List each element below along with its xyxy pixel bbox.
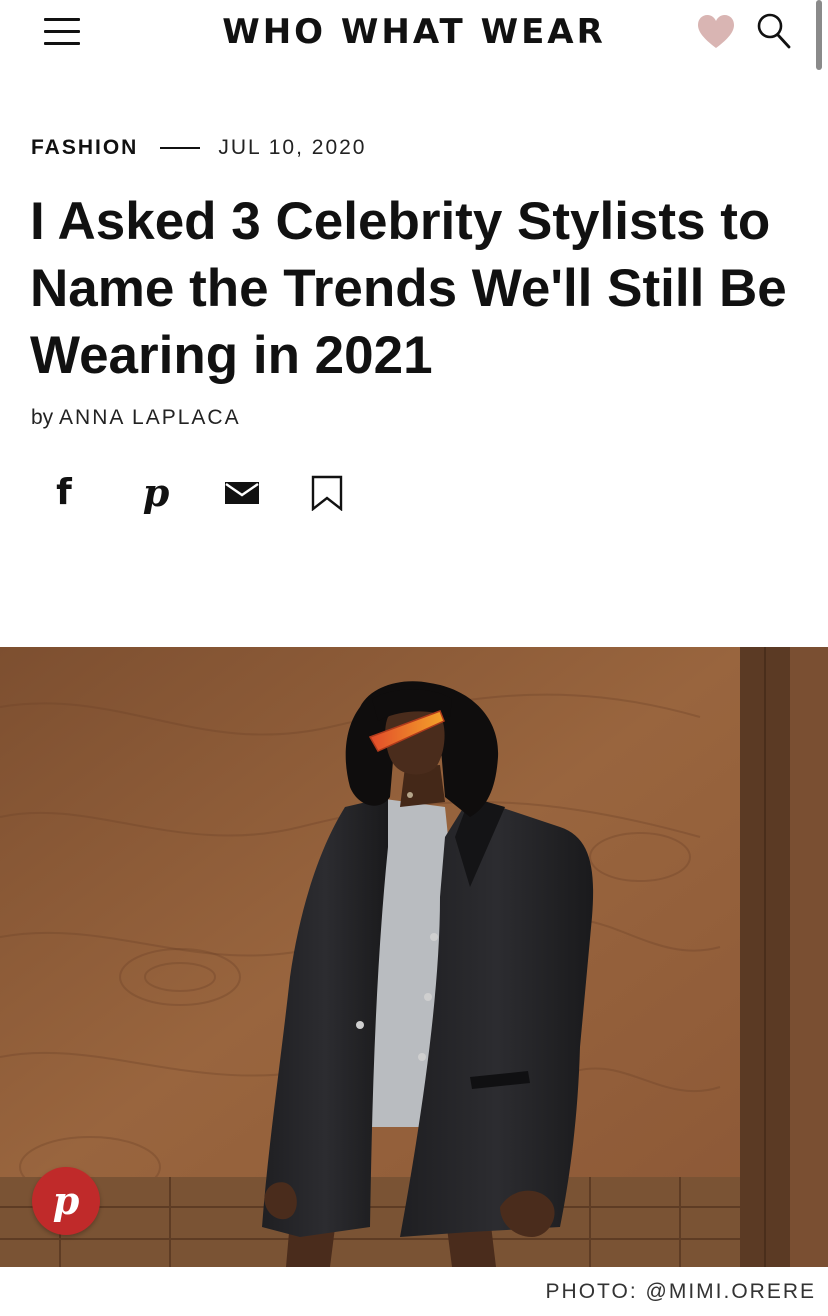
byline: by ANNA LAPLACA [31,406,241,430]
hamburger-menu-icon[interactable] [44,15,80,49]
bookmark-icon [311,475,343,511]
pinterest-icon: p [52,1178,80,1223]
email-icon [225,482,259,504]
facebook-icon: f [56,472,72,513]
share-email-button[interactable] [220,470,264,516]
article-headline: I Asked 3 Celebrity Stylists to Name the… [30,192,787,385]
byline-prefix: by [31,406,54,429]
page-scrollbar[interactable] [816,0,822,70]
pinterest-icon: p [142,470,170,515]
share-facebook-button[interactable]: f [44,470,84,516]
site-header: WHO WHAT WEAR [0,0,828,70]
publish-date: JUL 10, 2020 [218,136,367,159]
author-link[interactable]: ANNA LAPLACA [59,406,241,429]
share-pinterest-button[interactable]: p [136,470,176,516]
meta-divider [160,147,201,149]
category-link[interactable]: FASHION [31,136,138,160]
pin-it-button[interactable]: p [32,1167,100,1235]
search-icon[interactable] [756,12,792,50]
heart-icon[interactable] [696,14,736,50]
photo-credit: PHOTO: @MIMI.ORERE [545,1280,816,1303]
site-logo[interactable]: WHO WHAT WEAR [190,10,638,54]
hero-image [0,647,828,1267]
save-bookmark-button[interactable] [306,470,348,516]
article-meta: FASHION JUL 10, 2020 [31,134,367,162]
